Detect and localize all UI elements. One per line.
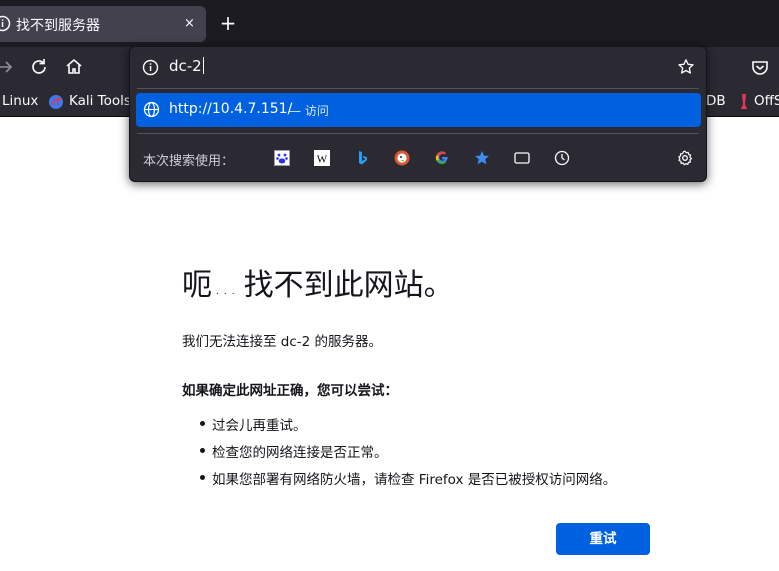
pocket-icon[interactable] xyxy=(749,56,771,78)
url-input[interactable]: dc-2 xyxy=(169,57,204,75)
globe-icon xyxy=(143,101,160,118)
info-icon xyxy=(0,15,11,32)
reload-icon[interactable] xyxy=(28,56,50,78)
bookmark-linux[interactable]: Linux xyxy=(2,93,38,109)
suggestions-list: 过会儿再重试。 检查您的网络连接是否正常。 如果您部署有网络防火墙，请检查 Fi… xyxy=(198,414,616,495)
tab-title: 找不到服务器 xyxy=(16,18,100,34)
baidu-icon[interactable] xyxy=(274,150,290,166)
offsec-icon xyxy=(741,94,747,109)
bookmark-offsec[interactable]: OffS xyxy=(754,93,779,109)
tab-active[interactable]: 找不到服务器 × xyxy=(0,6,206,42)
search-engines-label: 本次搜索使用： xyxy=(143,154,235,169)
bookmark-db[interactable]: DB xyxy=(706,93,726,109)
svg-text:W: W xyxy=(317,154,328,166)
divider xyxy=(137,133,699,134)
divider xyxy=(137,88,699,89)
url-value: dc-2 xyxy=(169,57,202,75)
error-description: 我们无法连接至 dc-2 的服务器。 xyxy=(182,334,383,350)
suggestion-url: http://10.4.7.151/ xyxy=(169,101,293,117)
google-icon[interactable] xyxy=(434,150,450,166)
list-item: 过会儿再重试。 xyxy=(198,414,616,441)
wikipedia-icon[interactable]: W xyxy=(314,150,330,166)
duckduckgo-icon[interactable] xyxy=(394,150,410,166)
error-page: 呃... 找不到此网站。 我们无法连接至 dc-2 的服务器。 如果确定此网址正确… xyxy=(0,118,779,571)
history-icon[interactable] xyxy=(554,150,570,166)
forward-icon[interactable] xyxy=(0,56,16,78)
suggestions-heading: 如果确定此网址正确，您可以尝试： xyxy=(182,383,398,399)
settings-gear-icon[interactable] xyxy=(677,150,693,166)
suggestion-action: — 访问 xyxy=(289,104,329,118)
site-info-icon[interactable] xyxy=(142,59,159,76)
bookmarks-star-icon[interactable] xyxy=(474,150,490,166)
text-caret xyxy=(202,57,204,74)
close-icon[interactable]: × xyxy=(184,15,195,32)
title-dots: ... xyxy=(216,287,240,297)
url-suggestion-row[interactable]: http://10.4.7.151/ — 访问 xyxy=(136,93,701,127)
page-title: 呃... 找不到此网站。 xyxy=(182,260,454,304)
urlbar-dropdown: dc-2 http://10.4.7.151/ — 访问 本次搜索使用： W xyxy=(129,46,707,182)
tab-strip: 找不到服务器 × + xyxy=(0,0,779,47)
tabs-icon[interactable] xyxy=(514,150,530,166)
title-part-b: 找不到此网站。 xyxy=(243,268,454,303)
title-part-a: 呃 xyxy=(182,268,212,303)
new-tab-button[interactable]: + xyxy=(217,12,239,34)
kali-dragon-icon xyxy=(49,95,63,109)
bing-icon[interactable] xyxy=(354,150,370,166)
list-item: 如果您部署有网络防火墙，请检查 Firefox 是否已被授权访问网络。 xyxy=(198,468,616,495)
list-item: 检查您的网络连接是否正常。 xyxy=(198,441,616,468)
bookmark-star-icon[interactable] xyxy=(677,58,695,76)
home-icon[interactable] xyxy=(63,56,85,78)
bookmark-kali-tools[interactable]: Kali Tools xyxy=(69,93,131,109)
retry-button[interactable]: 重试 xyxy=(556,523,650,555)
